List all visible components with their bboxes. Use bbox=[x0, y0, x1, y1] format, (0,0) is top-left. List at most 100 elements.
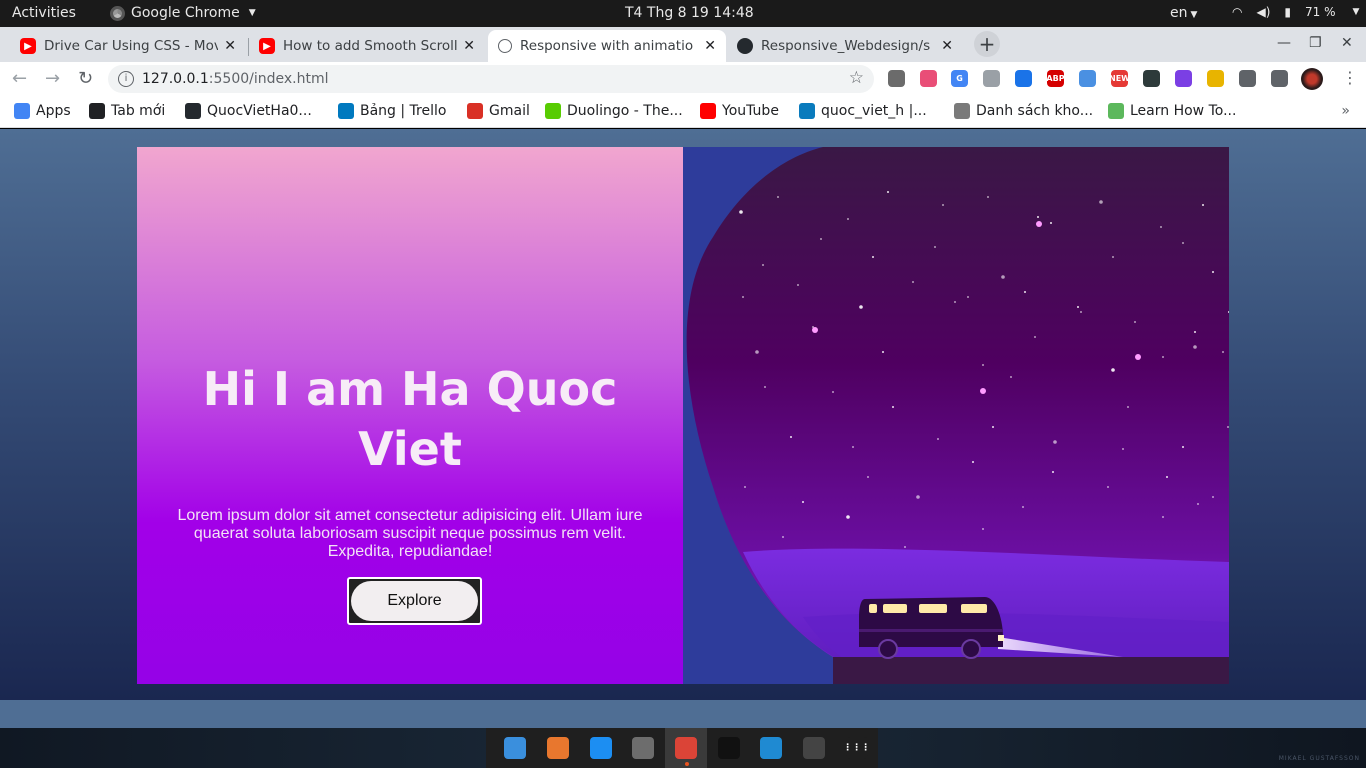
star bbox=[1202, 204, 1204, 206]
bookmark-item[interactable]: QuocVietHa0... bbox=[185, 103, 312, 119]
star bbox=[790, 436, 792, 438]
star bbox=[1052, 471, 1054, 473]
bookmark-item[interactable]: Gmail bbox=[467, 103, 530, 119]
ext-colorpicker-icon[interactable] bbox=[920, 70, 937, 87]
star bbox=[982, 364, 984, 366]
info-icon[interactable]: i bbox=[118, 71, 134, 87]
explore-button[interactable]: Explore bbox=[347, 577, 482, 625]
ext-ruler-icon[interactable] bbox=[888, 70, 905, 87]
bright-star bbox=[1135, 354, 1141, 360]
bookmark-label: Bảng | Trello bbox=[360, 103, 447, 119]
tab-4[interactable]: Responsive_Webdesign/s ✕ bbox=[727, 30, 963, 62]
ext-drop-icon[interactable] bbox=[1015, 70, 1032, 87]
bookmark-label: QuocVietHa0... bbox=[207, 103, 312, 119]
forward-button[interactable]: → bbox=[45, 68, 60, 89]
ext-speed-icon[interactable] bbox=[1079, 70, 1096, 87]
dock: ⋮⋮⋮ bbox=[486, 728, 878, 768]
bookmark-item[interactable]: Danh sách kho... bbox=[954, 103, 1093, 119]
ext-playlist-icon[interactable] bbox=[1271, 70, 1288, 87]
restore-button[interactable]: ❐ bbox=[1309, 35, 1322, 51]
ext-cursor-icon[interactable] bbox=[1143, 70, 1160, 87]
star bbox=[859, 305, 863, 309]
star bbox=[1162, 516, 1164, 518]
close-icon[interactable]: ✕ bbox=[224, 38, 236, 54]
address-bar[interactable]: i 127.0.0.1:5500/index.html ☆ bbox=[108, 65, 874, 93]
hero-card: Hi I am Ha Quoc Viet Lorem ipsum dolor s… bbox=[137, 147, 1229, 684]
language-indicator[interactable]: en ▼ bbox=[1170, 5, 1197, 21]
url-host: 127.0.0.1 bbox=[142, 71, 209, 87]
bookmark-item[interactable]: Apps bbox=[14, 103, 71, 119]
wallpaper-watermark: MIKAEL GUSTAFSSON bbox=[1278, 755, 1360, 762]
leaf-icon bbox=[1108, 103, 1124, 119]
bookmark-item[interactable]: Tab mới bbox=[89, 103, 165, 119]
globe-icon bbox=[498, 39, 512, 53]
appstore-icon bbox=[589, 737, 612, 759]
bookmark-item[interactable]: YouTube bbox=[700, 103, 779, 119]
minimize-button[interactable]: — bbox=[1277, 35, 1291, 51]
close-icon[interactable]: ✕ bbox=[704, 38, 716, 54]
star bbox=[904, 546, 906, 548]
system-menu[interactable]: ◠ ◀) ▮ 71 % ▼ bbox=[1232, 5, 1359, 19]
reload-button[interactable]: ↻ bbox=[78, 68, 93, 89]
dock-item[interactable] bbox=[664, 728, 708, 768]
dock-item[interactable] bbox=[537, 728, 580, 768]
running-indicator bbox=[684, 762, 689, 766]
close-icon[interactable]: ✕ bbox=[941, 38, 953, 54]
dock-item[interactable] bbox=[750, 728, 793, 768]
new-tab-button[interactable]: + bbox=[974, 31, 1000, 57]
app-menu[interactable]: Google Chrome ▼ bbox=[110, 5, 256, 21]
url-text[interactable]: 127.0.0.1:5500/index.html bbox=[142, 71, 329, 87]
star bbox=[777, 196, 779, 198]
presentation-icon bbox=[547, 737, 569, 759]
bookmark-item[interactable]: Duolingo - The... bbox=[545, 103, 683, 119]
clock[interactable]: T4 Thg 8 19 14:48 bbox=[625, 5, 754, 21]
bright-star bbox=[980, 388, 986, 394]
profile-avatar[interactable] bbox=[1301, 68, 1323, 90]
star bbox=[967, 296, 969, 298]
bookmarks-overflow-icon[interactable]: » bbox=[1341, 103, 1350, 119]
tab-1[interactable]: ▶ Drive Car Using CSS - Movi ✕ bbox=[10, 30, 246, 62]
star bbox=[1122, 448, 1124, 450]
dock-item[interactable]: ⋮⋮⋮ bbox=[835, 728, 878, 768]
battery-percent: 71 % bbox=[1305, 5, 1336, 19]
dock-item[interactable] bbox=[494, 728, 537, 768]
activities-button[interactable]: Activities bbox=[12, 5, 76, 21]
ext-react-devtools-icon[interactable] bbox=[983, 70, 1000, 87]
star bbox=[1024, 291, 1026, 293]
bookmark-item[interactable]: Bảng | Trello bbox=[338, 103, 446, 119]
battery-icon: ▮ bbox=[1284, 5, 1292, 19]
ext-infinity-icon[interactable] bbox=[1175, 70, 1192, 87]
url-path: :5500/index.html bbox=[208, 71, 329, 87]
browser-toolbar: ← → ↻ i 127.0.0.1:5500/index.html ☆ G ABP… bbox=[0, 62, 1366, 96]
dock-item[interactable] bbox=[707, 728, 750, 768]
dock-item[interactable] bbox=[579, 728, 622, 768]
bookmark-item[interactable]: quoc_viet_h |... bbox=[799, 103, 927, 119]
star bbox=[887, 191, 889, 193]
dock-item[interactable] bbox=[622, 728, 665, 768]
ext-adblock-icon[interactable]: ABP bbox=[1046, 70, 1065, 87]
star bbox=[846, 515, 850, 519]
night-van-illustration bbox=[683, 147, 1229, 684]
ext-puzzle-icon[interactable] bbox=[1239, 70, 1256, 87]
star bbox=[1222, 351, 1224, 353]
star bbox=[982, 528, 984, 530]
ext-new-icon[interactable]: NEW bbox=[1109, 70, 1130, 87]
bookmark-star-icon[interactable]: ☆ bbox=[849, 68, 864, 88]
bookmark-item[interactable]: Learn How To... bbox=[1108, 103, 1236, 119]
feather-icon bbox=[954, 103, 970, 119]
ext-folder-icon[interactable] bbox=[1207, 70, 1224, 87]
volume-icon: ◀) bbox=[1256, 5, 1271, 19]
back-button[interactable]: ← bbox=[12, 68, 27, 89]
close-window-button[interactable]: ✕ bbox=[1341, 35, 1353, 51]
tab-3-active[interactable]: Responsive with animatio ✕ bbox=[488, 30, 726, 62]
close-icon[interactable]: ✕ bbox=[463, 38, 475, 54]
star bbox=[1099, 200, 1103, 204]
tab-2[interactable]: ▶ How to add Smooth Scroll ✕ bbox=[249, 30, 485, 62]
star bbox=[942, 204, 944, 206]
ext-translate-icon[interactable]: G bbox=[951, 70, 968, 87]
dock-item[interactable] bbox=[793, 728, 836, 768]
bookmark-label: Gmail bbox=[489, 103, 530, 119]
menu-icon[interactable]: ⋮ bbox=[1342, 68, 1358, 87]
star bbox=[882, 351, 884, 353]
show-apps-icon: ⋮⋮⋮ bbox=[843, 737, 870, 759]
